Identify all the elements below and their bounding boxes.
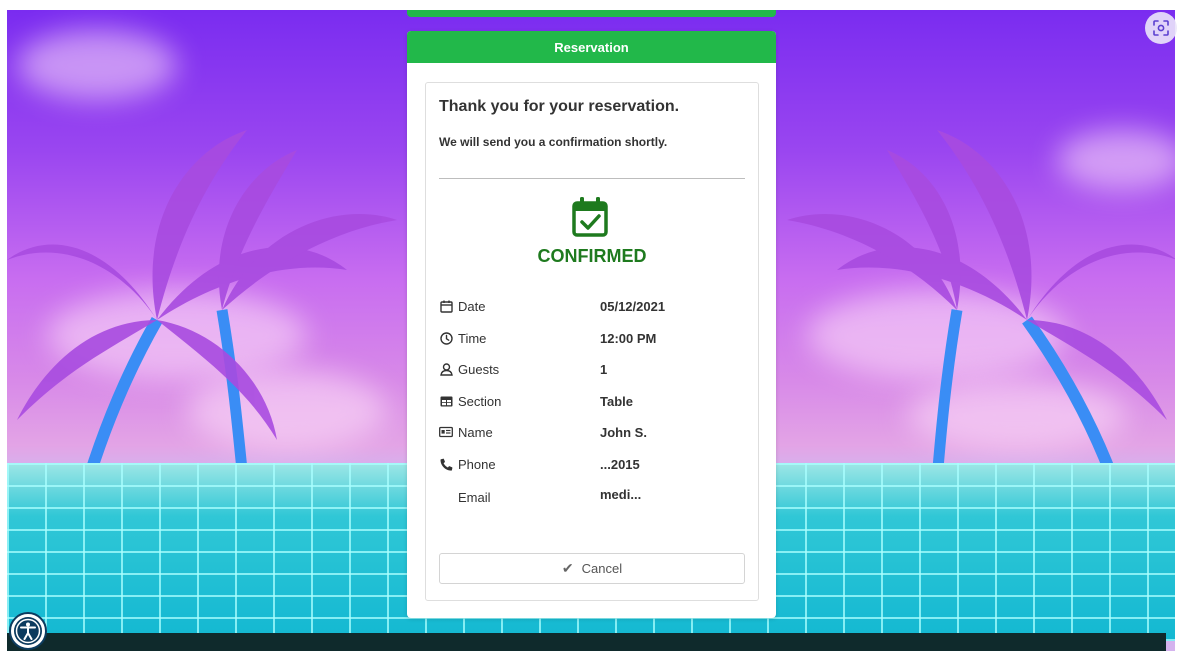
thank-you-heading: Thank you for your reservation. bbox=[439, 98, 680, 115]
detail-row-phone: Phone ...2015 bbox=[439, 454, 745, 474]
clock-icon bbox=[439, 331, 453, 345]
confirmation-panel: Thank you for your reservation. We will … bbox=[425, 82, 759, 601]
detail-row-time: Time 12:00 PM bbox=[439, 328, 745, 348]
screenshot-focus-icon bbox=[1153, 20, 1169, 36]
detail-label: Time bbox=[458, 330, 487, 346]
divider bbox=[439, 178, 745, 179]
cancel-label: Cancel bbox=[581, 561, 623, 576]
reservation-card: Reservation Thank you for your reservati… bbox=[407, 31, 776, 618]
table-icon bbox=[439, 394, 453, 408]
detail-row-date: Date 05/12/2021 bbox=[439, 296, 745, 316]
user-icon bbox=[439, 362, 453, 376]
calendar-check-icon bbox=[572, 197, 608, 237]
cancel-button[interactable]: ✔ Cancel bbox=[439, 553, 745, 584]
detail-label: Section bbox=[458, 393, 502, 409]
detail-value: 12:00 PM bbox=[600, 330, 657, 346]
accessibility-button[interactable] bbox=[9, 612, 47, 650]
phone-icon bbox=[439, 457, 453, 471]
detail-row-name: Name John S. bbox=[439, 422, 745, 442]
confirmation-subtitle: We will send you a confirmation shortly. bbox=[439, 135, 668, 149]
id-card-icon bbox=[439, 425, 453, 439]
detail-row-email: Email medi... bbox=[439, 487, 745, 507]
detail-value: 05/12/2021 bbox=[600, 298, 666, 314]
check-icon: ✔ bbox=[561, 560, 574, 576]
detail-value: Table bbox=[600, 393, 633, 409]
detail-value: ...2015 bbox=[600, 456, 640, 472]
detail-value: medi... bbox=[600, 486, 642, 502]
detail-label: Guests bbox=[458, 361, 500, 377]
detail-label: Email bbox=[458, 489, 491, 505]
accessibility-icon bbox=[14, 617, 42, 645]
detail-row-section: Section Table bbox=[439, 391, 745, 411]
detail-label: Date bbox=[458, 298, 486, 314]
detail-label: Name bbox=[458, 424, 493, 440]
detail-value: John S. bbox=[600, 424, 647, 440]
fullscreen-button[interactable] bbox=[1145, 12, 1177, 44]
reservation-header: Reservation bbox=[407, 31, 776, 63]
detail-row-guests: Guests 1 bbox=[439, 359, 745, 379]
detail-label: Phone bbox=[458, 456, 496, 472]
previous-panel-edge bbox=[407, 10, 776, 17]
status-confirmed: CONFIRMED bbox=[537, 246, 647, 266]
detail-value: 1 bbox=[600, 361, 608, 377]
calendar-icon bbox=[439, 299, 453, 313]
